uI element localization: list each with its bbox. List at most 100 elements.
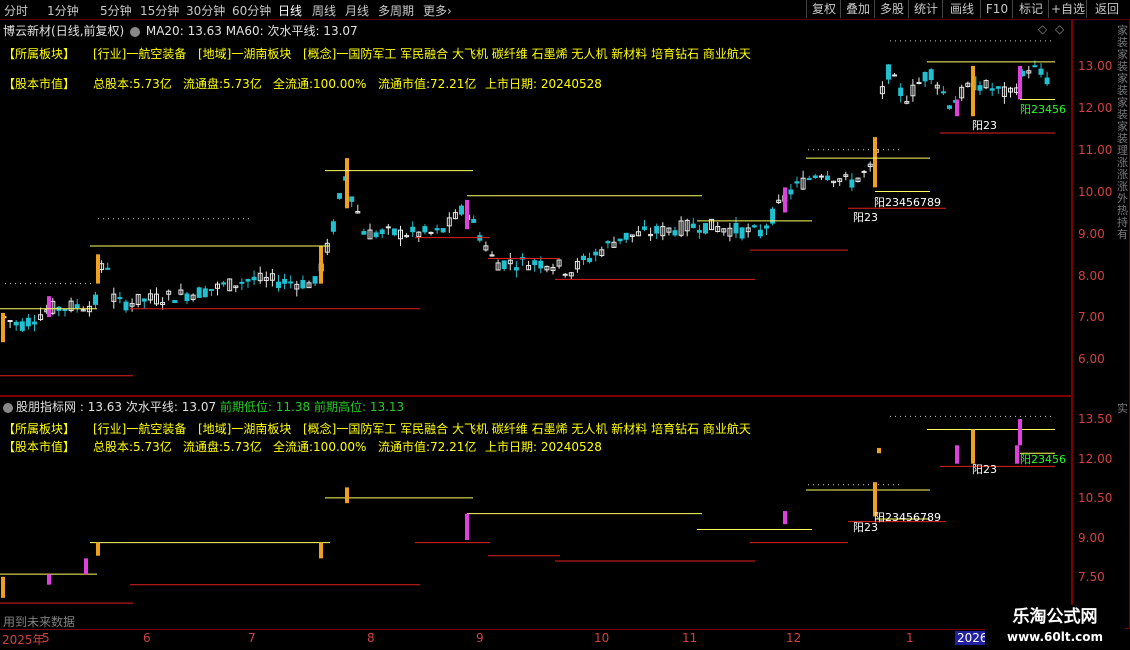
candle-body [861, 170, 867, 173]
ind-signal-bar [465, 513, 469, 540]
candle-body [422, 226, 428, 233]
indicator-tick: 12.00 [1078, 452, 1113, 466]
candle-body [62, 309, 68, 312]
back-button[interactable]: 返回 [1086, 0, 1127, 18]
date-tick: 12 [786, 631, 802, 645]
indicator-side-text: 实 [1117, 402, 1128, 415]
signal-candle [319, 245, 323, 284]
price-tick: 11.00 [1078, 143, 1113, 157]
candle-body [7, 320, 13, 323]
candle-body [989, 88, 995, 91]
date-tick: 8 [367, 631, 375, 645]
indicator-tick: 10.50 [1078, 491, 1113, 505]
candlestick-chart[interactable] [0, 0, 1071, 628]
date-tick: 9 [476, 631, 484, 645]
ind-signal-bar [319, 542, 323, 559]
candle-body [940, 91, 946, 94]
ind-signal-bar [1, 576, 5, 598]
candle-body [337, 193, 342, 199]
candle-body [245, 279, 251, 282]
candle-body [440, 228, 446, 233]
candle-body [300, 280, 306, 289]
ind-annotation-label: 阳23 [972, 463, 997, 476]
candle-body [471, 218, 477, 223]
candle-body [513, 267, 519, 271]
candle-body [74, 304, 80, 309]
candle-body [593, 251, 599, 256]
candle-body [373, 232, 379, 238]
candle-body [532, 260, 538, 266]
candle-body [788, 189, 794, 195]
candle-body [812, 175, 818, 179]
candle-body [25, 317, 31, 327]
ind-annotation-label: 阳23456789 [874, 511, 941, 524]
candle-body [361, 231, 367, 235]
ind-signal-bar [955, 445, 959, 464]
candle-body [221, 282, 227, 285]
candle-body [825, 175, 830, 181]
candle-body [282, 278, 288, 284]
annotation-label: 阳23 [853, 211, 878, 224]
candle-body [922, 72, 928, 82]
candle-body [995, 86, 1001, 89]
candle-body [379, 229, 385, 235]
candle-body [141, 298, 147, 302]
signal-candle [873, 137, 877, 188]
candle-body [757, 229, 763, 237]
candle-body [751, 225, 757, 228]
ind-signal-bar [345, 487, 349, 504]
candle-body [733, 222, 739, 234]
candle-body [849, 179, 855, 188]
signal-candle [783, 187, 787, 213]
candle-body [428, 231, 434, 234]
date-tick: 10 [594, 631, 610, 645]
signal-candle [96, 254, 100, 284]
ind-signal-bar [1015, 445, 1019, 464]
price-tick: 6.00 [1078, 352, 1105, 366]
price-tick: 12.00 [1078, 101, 1113, 115]
signal-candle [955, 99, 959, 117]
ind-signal-bar [96, 542, 100, 556]
indicator-tick: 13.50 [1078, 412, 1113, 426]
date-tick: 7 [248, 631, 256, 645]
ind-signal-bar [783, 511, 787, 525]
price-tick: 13.00 [1078, 59, 1113, 73]
indicator-tick: 9.00 [1078, 531, 1105, 545]
candle-body [886, 64, 891, 80]
candle-body [410, 226, 416, 233]
candle-body [117, 297, 123, 300]
watermark: 乐淘公式网 www.60lt.com [985, 605, 1125, 650]
signal-candle [47, 296, 51, 318]
candle-body [184, 293, 190, 301]
annotation-label: 阳23456 [1020, 103, 1066, 116]
candle-body [19, 321, 25, 331]
candle-body [581, 255, 586, 261]
candle-body [276, 281, 281, 288]
signal-candle [345, 158, 349, 209]
ind-annotation-label: 阳23456 [1020, 453, 1066, 466]
candle-body [93, 294, 98, 305]
candle-body [605, 241, 611, 244]
price-tick: 7.00 [1078, 310, 1105, 324]
watermark-title: 乐淘公式网 [1012, 607, 1098, 627]
candle-body [1044, 77, 1050, 85]
candle-body [123, 301, 129, 311]
ind-signal-bar [84, 558, 88, 575]
candle-body [538, 260, 544, 269]
candle-body [794, 181, 800, 184]
signal-candle [1, 312, 5, 343]
candle-body [172, 300, 178, 303]
candle-body [690, 223, 696, 229]
candle-body [288, 281, 294, 284]
annotation-label: 阳23456789 [874, 196, 941, 209]
candle-body [703, 223, 708, 234]
price-tick: 8.00 [1078, 269, 1105, 283]
candle-body [977, 85, 983, 91]
candle-body [587, 257, 593, 263]
ind-signal-bar [971, 429, 975, 464]
candle-body [1032, 65, 1038, 68]
candle-body [562, 273, 568, 276]
candle-body [251, 276, 257, 281]
date-tick: 5 [42, 631, 50, 645]
candle-body [947, 105, 952, 109]
